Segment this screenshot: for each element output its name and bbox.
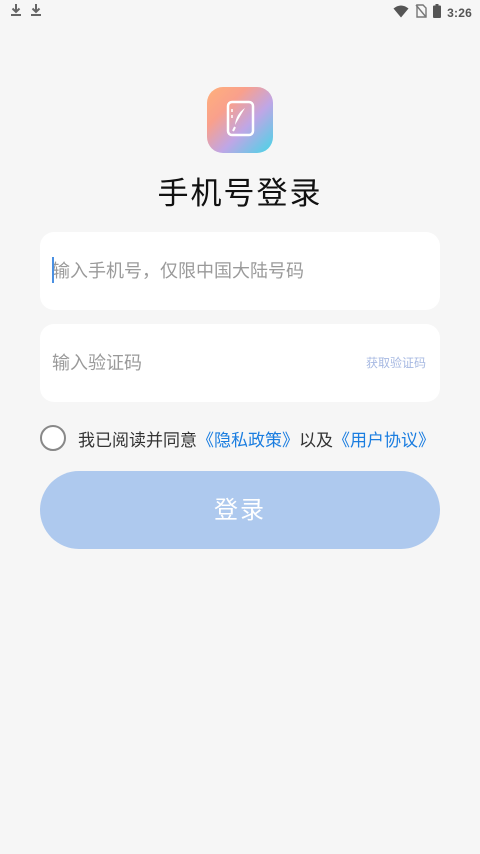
agreement-text: 我已阅读并同意 [78, 430, 197, 451]
download-icon [10, 3, 22, 17]
agreement-checkbox[interactable] [40, 425, 66, 451]
no-sim-icon [415, 3, 427, 22]
download-icon [30, 3, 42, 17]
battery-icon [433, 3, 442, 22]
status-bar: 3:26 [0, 0, 480, 24]
wifi-icon [393, 3, 409, 22]
phone-input-card[interactable] [40, 232, 440, 310]
phone-input[interactable] [52, 232, 422, 310]
agreement-row: 我已阅读并同意 《隐私政策》 以及 《用户协议》 [40, 425, 435, 451]
user-agreement-link[interactable]: 《用户协议》 [333, 426, 435, 451]
verification-code-input[interactable] [52, 324, 342, 402]
privacy-policy-link[interactable]: 《隐私政策》 [197, 426, 299, 451]
page-title: 手机号登录 [157, 176, 323, 212]
get-code-button[interactable]: 获取验证码 [366, 324, 426, 402]
app-logo-icon [207, 87, 273, 153]
text-cursor [52, 257, 54, 283]
agreement-and-text: 以及 [299, 430, 333, 451]
login-button[interactable]: 登录 [40, 471, 440, 549]
status-time: 3:26 [447, 5, 472, 20]
code-input-card[interactable]: 获取验证码 [40, 324, 440, 402]
